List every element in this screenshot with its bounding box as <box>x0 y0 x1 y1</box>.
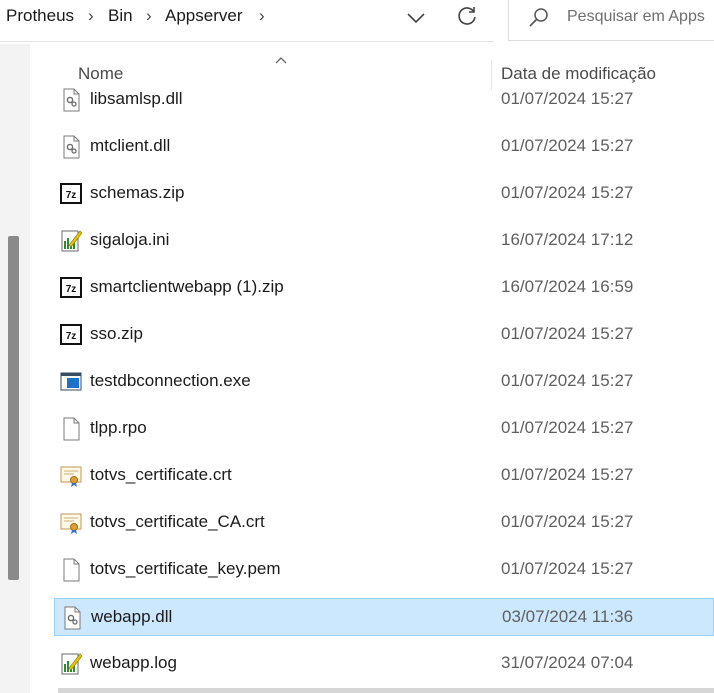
file-name[interactable]: totvs_certificate_CA.crt <box>90 512 265 532</box>
file-modified-date: 01/07/2024 15:27 <box>501 465 634 484</box>
file-row[interactable]: mtclient.dll 01/07/2024 15:27 <box>54 128 714 166</box>
7z-archive-icon: 7z <box>60 323 82 347</box>
file-name[interactable]: tlpp.rpo <box>90 418 147 438</box>
7z-archive-icon: 7z <box>60 182 82 206</box>
file-row[interactable]: webapp.dll 03/07/2024 11:36 <box>54 598 714 636</box>
file-modified-date: 01/07/2024 15:27 <box>501 324 634 343</box>
svg-text:7z: 7z <box>66 190 77 201</box>
file-modified-date: 01/07/2024 15:27 <box>501 371 634 390</box>
file-row[interactable]: libsamlsp.dll 01/07/2024 15:27 <box>54 81 714 119</box>
file-row[interactable]: testdbconnection.exe 01/07/2024 15:27 <box>54 363 714 401</box>
file-name[interactable]: testdbconnection.exe <box>90 371 251 391</box>
dll-icon <box>61 606 83 630</box>
file-modified-date: 01/07/2024 15:27 <box>501 89 634 108</box>
sort-ascending-icon <box>274 52 288 64</box>
certificate-icon <box>60 464 82 488</box>
file-name[interactable]: libsamlsp.dll <box>90 89 183 109</box>
ini-file-icon <box>60 229 83 253</box>
exe-icon <box>60 370 82 394</box>
breadcrumb-appserver[interactable]: Appserver <box>165 6 242 26</box>
navigation-pane[interactable] <box>0 44 30 693</box>
breadcrumb-separator[interactable]: › <box>88 6 94 26</box>
breadcrumb-protheus[interactable]: Protheus <box>6 6 74 26</box>
file-name[interactable]: webapp.log <box>90 653 177 673</box>
log-file-icon <box>60 652 83 676</box>
breadcrumb-bin[interactable]: Bin <box>108 6 133 26</box>
breadcrumb-separator[interactable]: › <box>146 6 152 26</box>
file-modified-date: 31/07/2024 07:04 <box>501 653 634 672</box>
refresh-icon[interactable] <box>454 4 480 30</box>
breadcrumb-separator[interactable]: › <box>259 6 265 26</box>
file-row[interactable]: sigaloja.ini 16/07/2024 17:12 <box>54 222 714 260</box>
file-row[interactable]: tlpp.rpo 01/07/2024 15:27 <box>54 410 714 448</box>
search-placeholder: Pesquisar em Apps <box>567 8 705 25</box>
dll-icon <box>60 88 82 112</box>
dll-icon <box>60 135 82 159</box>
svg-text:7z: 7z <box>66 284 77 295</box>
chevron-down-icon[interactable] <box>404 6 428 30</box>
7z-archive-icon: 7z <box>60 276 82 300</box>
file-modified-date: 16/07/2024 17:12 <box>501 230 634 249</box>
file-row[interactable]: totvs_certificate.crt 01/07/2024 15:27 <box>54 457 714 495</box>
search-input[interactable]: Pesquisar em Apps <box>508 0 714 41</box>
nav-scrollbar-thumb[interactable] <box>8 236 19 580</box>
file-row[interactable]: totvs_certificate_CA.crt 01/07/2024 15:27 <box>54 504 714 542</box>
file-modified-date: 01/07/2024 15:27 <box>501 136 634 155</box>
search-icon <box>527 6 551 30</box>
file-name[interactable]: sigaloja.ini <box>90 230 169 250</box>
file-name[interactable]: schemas.zip <box>90 183 184 203</box>
blank-file-icon <box>60 417 82 441</box>
horizontal-scrollbar[interactable] <box>58 688 714 693</box>
file-modified-date: 01/07/2024 15:27 <box>501 559 634 578</box>
file-row[interactable]: webapp.log 31/07/2024 07:04 <box>54 645 714 683</box>
file-list[interactable]: Nome Data de modificação libsamlsp.dll 01… <box>34 44 714 693</box>
svg-text:7z: 7z <box>66 331 77 342</box>
file-row[interactable]: 7z smartclientwebapp (1).zip 16/07/2024 16… <box>54 269 714 307</box>
file-name[interactable]: sso.zip <box>90 324 143 344</box>
file-name[interactable]: mtclient.dll <box>90 136 170 156</box>
file-name[interactable]: totvs_certificate_key.pem <box>90 559 281 579</box>
file-name[interactable]: webapp.dll <box>91 607 172 627</box>
file-name[interactable]: totvs_certificate.crt <box>90 465 232 485</box>
address-bar[interactable]: Protheus › Bin › Appserver › <box>0 0 494 42</box>
file-modified-date: 01/07/2024 15:27 <box>501 183 634 202</box>
file-row[interactable]: totvs_certificate_key.pem 01/07/2024 15:2… <box>54 551 714 589</box>
blank-file-icon <box>60 558 82 582</box>
certificate-icon <box>60 511 82 535</box>
file-modified-date: 03/07/2024 11:36 <box>502 607 634 626</box>
top-bar: Protheus › Bin › Appserver › Pesquisar e… <box>0 0 714 44</box>
file-modified-date: 16/07/2024 16:59 <box>501 277 634 296</box>
file-modified-date: 01/07/2024 15:27 <box>501 512 634 531</box>
file-row[interactable]: 7z sso.zip 01/07/2024 15:27 <box>54 316 714 354</box>
file-name[interactable]: smartclientwebapp (1).zip <box>90 277 284 297</box>
file-row[interactable]: 7z schemas.zip 01/07/2024 15:27 <box>54 175 714 213</box>
file-modified-date: 01/07/2024 15:27 <box>501 418 634 437</box>
